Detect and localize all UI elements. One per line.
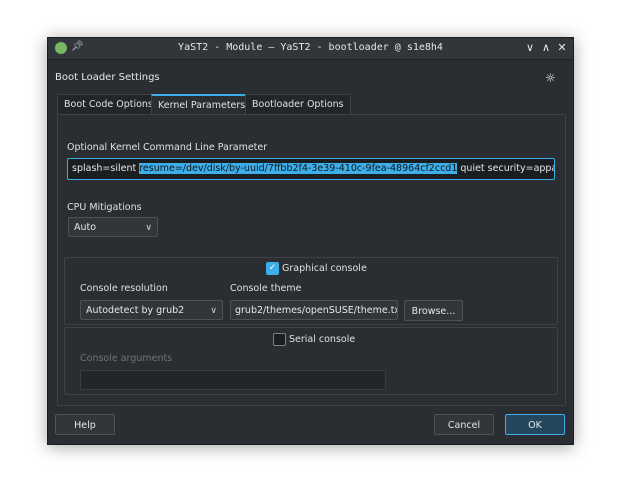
console-resolution-combo[interactable]: Autodetect by grub2 ∨: [80, 300, 223, 320]
window-title: YaST2 - Module — YaST2 - bootloader @ s1…: [178, 42, 443, 53]
title-bar[interactable]: 📌︎ YaST2 - Module — YaST2 - bootloader @…: [48, 38, 573, 60]
cpu-mitigations-label: CPU Mitigations: [67, 202, 142, 213]
yast-window: 📌︎ YaST2 - Module — YaST2 - bootloader @…: [47, 37, 574, 445]
chevron-down-icon: ∨: [145, 223, 152, 233]
close-icon[interactable]: ✕: [555, 41, 569, 55]
cancel-button[interactable]: Cancel: [434, 414, 494, 435]
chevron-up-icon[interactable]: ∧: [539, 41, 553, 55]
serial-console-checkbox[interactable]: [273, 333, 286, 346]
console-arguments-input[interactable]: [80, 370, 386, 390]
chevron-down-icon: ∨: [210, 306, 217, 316]
kernel-params-text-before: splash=silent: [72, 163, 140, 174]
kernel-params-label: Optional Kernel Command Line Parameter: [67, 142, 268, 153]
tab-bootloader-options[interactable]: Bootloader Options: [245, 94, 351, 115]
kernel-params-selected-text: resume=/dev/disk/by-uuid/7ffbb2f4-3e39-4…: [139, 163, 458, 174]
kernel-params-input[interactable]: splash=silent resume=/dev/disk/by-uuid/7…: [67, 158, 555, 180]
graphical-console-checkbox[interactable]: ✓: [266, 262, 279, 275]
graphical-console-group: ✓ Graphical console Console resolution A…: [64, 257, 558, 325]
console-resolution-label: Console resolution: [80, 283, 168, 294]
cpu-mitigations-value: Auto: [74, 222, 97, 233]
kernel-parameters-panel: Optional Kernel Command Line Parameter s…: [57, 114, 566, 406]
chevron-down-icon[interactable]: ∨: [523, 41, 537, 55]
kernel-params-text-after: quiet security=apparmor: [460, 163, 554, 174]
ok-button[interactable]: OK: [505, 414, 565, 435]
tab-boot-code-options[interactable]: Boot Code Options: [57, 94, 160, 115]
serial-console-group: Serial console Console arguments: [64, 327, 558, 395]
browse-button[interactable]: Browse...: [404, 300, 463, 321]
console-arguments-label: Console arguments: [80, 353, 173, 364]
tab-kernel-parameters[interactable]: Kernel Parameters: [151, 94, 253, 115]
sun-icon[interactable]: ☼: [545, 71, 556, 85]
console-theme-label: Console theme: [230, 283, 302, 294]
console-theme-input[interactable]: grub2/themes/openSUSE/theme.txt: [230, 300, 398, 320]
serial-console-label[interactable]: Serial console: [289, 334, 355, 345]
cpu-mitigations-combo[interactable]: Auto ∨: [68, 217, 158, 237]
graphical-console-label[interactable]: Graphical console: [282, 263, 367, 274]
page-heading: Boot Loader Settings: [55, 72, 160, 83]
help-button[interactable]: Help: [55, 414, 115, 435]
console-resolution-value: Autodetect by grub2: [86, 305, 185, 316]
